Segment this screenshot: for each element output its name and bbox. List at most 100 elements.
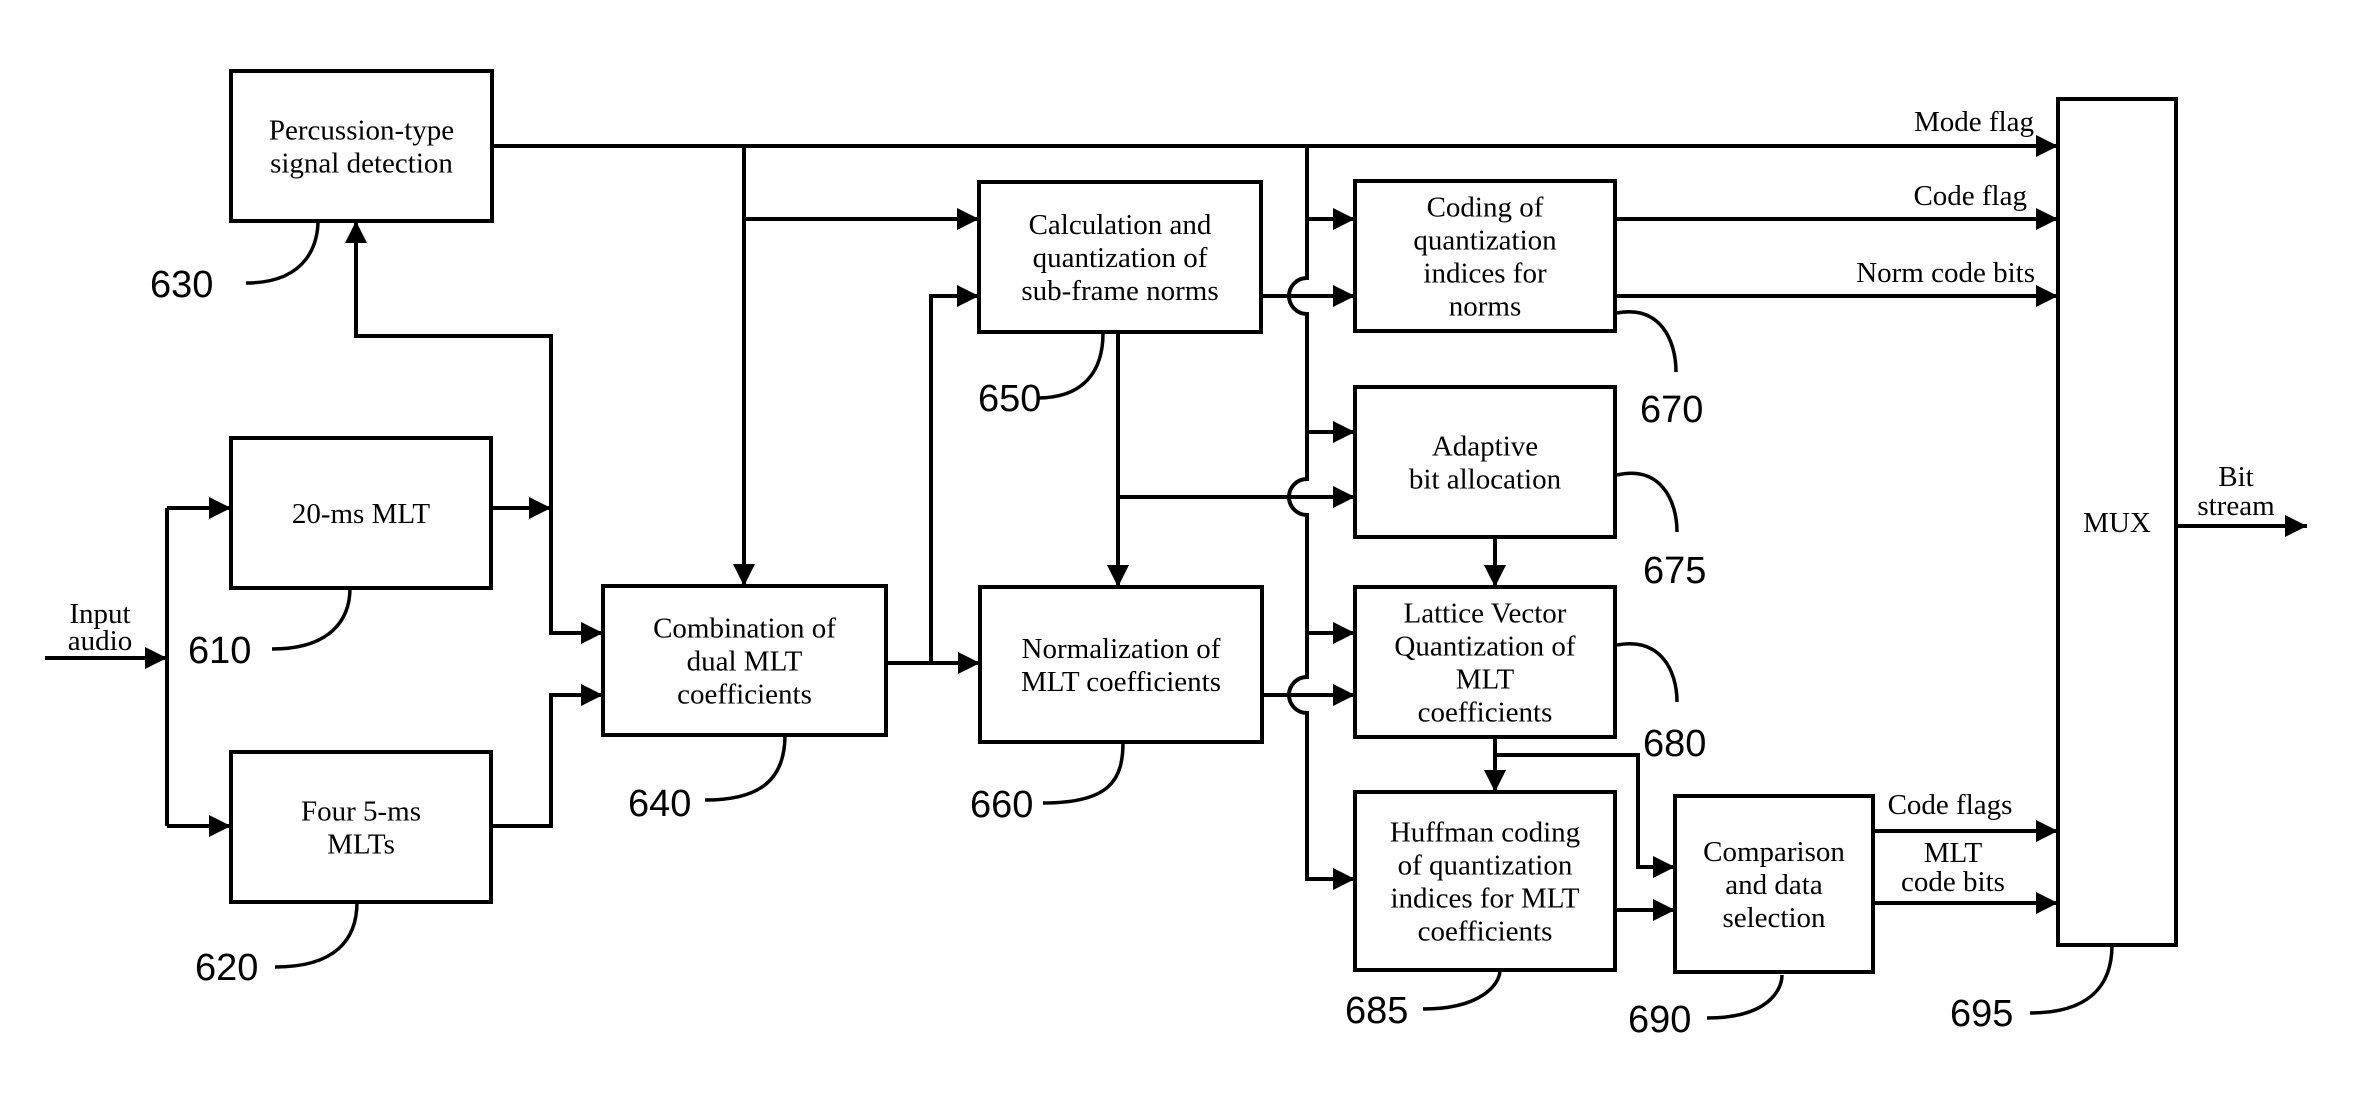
block-label: and data: [1725, 869, 1823, 901]
leader-line: [1042, 741, 1125, 805]
block-label: norms: [1449, 291, 1522, 323]
arrowhead-right-icon: [958, 652, 980, 674]
arrowhead-right-icon: [2036, 208, 2058, 230]
block-label: indices for MLT: [1390, 883, 1579, 915]
block-label: Normalization of: [1022, 633, 1221, 665]
block-label: Combination of: [653, 613, 836, 645]
signal-label: Mode flag: [1914, 106, 2034, 138]
reference-numeral: 630: [150, 264, 213, 306]
arrowhead-right-icon: [1333, 622, 1355, 644]
block-label: MLT: [1456, 664, 1515, 696]
mlt5-to-combination-line: [491, 693, 603, 828]
leader-line: [2029, 944, 2114, 1015]
block-label: coefficients: [1418, 916, 1553, 948]
signal-label: Code flags: [1888, 789, 2013, 821]
leader-line: [1616, 471, 1679, 533]
reference-numeral: 620: [195, 947, 258, 989]
block-label: coefficients: [1418, 697, 1553, 729]
arrowhead-right-icon: [209, 815, 231, 837]
arrowhead-right-icon: [2036, 820, 2058, 842]
arrowhead-right-icon: [1333, 208, 1355, 230]
arrowhead-down-icon: [1484, 770, 1506, 792]
block-normalization: Normalization ofMLT coefficients: [978, 585, 1264, 744]
block-label: Lattice Vector: [1404, 598, 1567, 630]
reference-numeral: 650: [978, 378, 1041, 420]
leader-line: [704, 734, 787, 802]
encoder-block-diagram: Percussion-typesignal detection 20-ms MLT…: [45, 69, 2307, 1041]
signal-label: MLT: [1924, 837, 1983, 869]
arrowhead-right-icon: [2036, 892, 2058, 914]
reference-numeral: 670: [1640, 389, 1703, 431]
signal-label: Bit: [2218, 461, 2253, 493]
block-label: quantization: [1413, 225, 1557, 257]
arrowhead-right-icon: [1333, 868, 1355, 890]
combination-to-norm-calc-line: [929, 294, 979, 663]
block-combination: Combination ofdual MLTcoefficients: [601, 584, 888, 737]
signal-label: stream: [2197, 490, 2275, 522]
leader-line: [1422, 969, 1502, 1011]
arrowhead-right-icon: [1653, 856, 1675, 878]
block-bit-allocation: Adaptivebit allocation: [1353, 385, 1617, 539]
block-norm-coding: Coding ofquantizationindices fornorms: [1353, 179, 1617, 333]
arrowhead-right-icon: [581, 622, 603, 644]
block-label: quantization of: [1033, 242, 1208, 274]
leader-line: [245, 220, 320, 285]
block-label: Four 5-ms: [301, 796, 421, 828]
block-label: Calculation and: [1029, 209, 1212, 241]
arrowhead-right-icon: [209, 497, 231, 519]
block-label: signal detection: [270, 148, 453, 180]
arrowhead-down-icon: [1484, 565, 1506, 587]
block-label: Percussion-type: [269, 115, 454, 147]
block-label: Quantization of: [1394, 631, 1576, 663]
block-comparison: Comparisonand dataselection: [1673, 794, 1875, 974]
leader-line: [1706, 974, 1784, 1020]
block-label: selection: [1722, 902, 1826, 934]
block-label: Coding of: [1427, 192, 1544, 224]
arrowhead-right-icon: [1333, 285, 1355, 307]
reference-numeral: 695: [1950, 993, 2013, 1035]
block-label: coefficients: [677, 679, 812, 711]
block-huffman-coding: Huffman codingof quantizationindices for…: [1353, 790, 1617, 972]
reference-numeral: 640: [628, 783, 691, 825]
block-norm-calc: Calculation andquantization ofsub-frame …: [977, 180, 1263, 334]
block-label: MUX: [2083, 507, 2151, 539]
arrowhead-right-icon: [581, 684, 603, 706]
block-label: Comparison: [1703, 836, 1845, 868]
arrowhead-right-icon: [1333, 421, 1355, 443]
leader-line: [1616, 642, 1679, 703]
block-label: bit allocation: [1409, 464, 1562, 496]
signal-label: code bits: [1901, 866, 2005, 898]
block-label: MLTs: [327, 829, 395, 861]
arrowhead-right-icon: [957, 285, 979, 307]
block-label: Huffman coding: [1390, 817, 1580, 849]
arrowhead-down-icon: [733, 564, 755, 586]
reference-numeral: 610: [188, 630, 251, 672]
arrowhead-right-icon: [1333, 684, 1355, 706]
block-mlt-20ms: 20-ms MLT: [229, 436, 493, 590]
block-label: sub-frame norms: [1021, 275, 1218, 307]
block-lattice-vq: Lattice VectorQuantization ofMLTcoeffici…: [1353, 585, 1617, 739]
arrowhead-right-icon: [957, 208, 979, 230]
reference-numeral: 680: [1643, 723, 1706, 765]
arrowhead-right-icon: [2036, 135, 2058, 157]
mode-flag-bus-line: [1287, 146, 1355, 881]
arrowhead-right-icon: [1333, 486, 1355, 508]
signal-label: Code flag: [1913, 180, 2027, 212]
arrowhead-right-icon: [529, 497, 551, 519]
leader-line: [1036, 332, 1105, 400]
leader-line: [271, 587, 352, 651]
block-label: dual MLT: [687, 646, 803, 678]
reference-numeral: 675: [1643, 550, 1706, 592]
block-label: of quantization: [1398, 850, 1573, 882]
block-label: indices for: [1423, 258, 1547, 290]
arrowhead-right-icon: [2285, 515, 2307, 537]
signal-label: Norm code bits: [1856, 257, 2035, 289]
arrowhead-right-icon: [145, 647, 167, 669]
reference-numeral: 690: [1628, 999, 1691, 1041]
block-label: MLT coefficients: [1021, 666, 1221, 698]
reference-numeral: 685: [1345, 990, 1408, 1032]
signal-label: audio: [68, 625, 132, 657]
reference-numeral: 660: [970, 784, 1033, 826]
block-mux: MUX: [2056, 97, 2178, 947]
arrowhead-right-icon: [1653, 899, 1675, 921]
